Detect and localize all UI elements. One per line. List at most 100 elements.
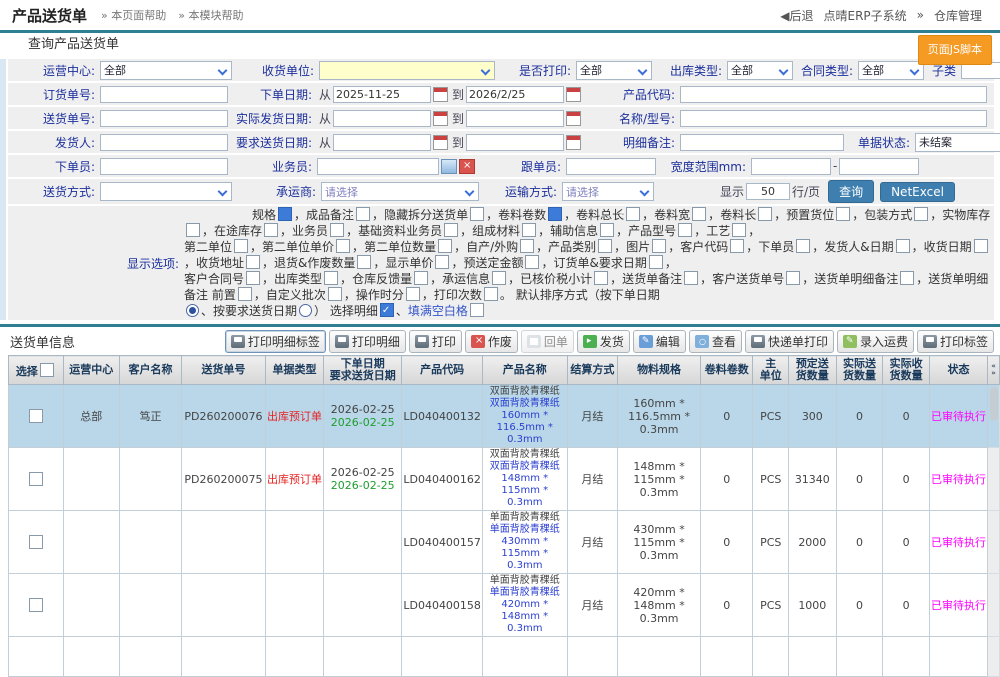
option-checkbox[interactable] xyxy=(758,207,772,221)
product-name-link[interactable]: 单面背胶青稞纸430mm * 115mm * 0.3mm xyxy=(484,524,566,572)
order-no-input[interactable] xyxy=(100,86,228,103)
table-row[interactable]: LD040400157单面背胶青稞纸单面背胶青稞纸430mm * 115mm *… xyxy=(9,511,1000,574)
option-checkbox[interactable] xyxy=(492,271,506,285)
delivery-no-input[interactable] xyxy=(100,110,228,127)
option-checkbox[interactable] xyxy=(548,207,562,221)
row-checkbox[interactable] xyxy=(29,472,43,486)
product-name-link[interactable]: 双面背胶青稞纸160mm * 116.5mm * 0.3mm xyxy=(484,398,566,446)
option-checkbox[interactable] xyxy=(336,239,350,253)
option-checkbox[interactable] xyxy=(324,271,338,285)
calendar-icon[interactable] xyxy=(566,111,581,126)
void-button[interactable]: 作废 xyxy=(465,330,518,353)
breadcrumb-system[interactable]: 点晴ERP子系统 xyxy=(823,7,906,24)
ship-button[interactable]: 发货 xyxy=(577,330,630,353)
option-checkbox[interactable] xyxy=(330,223,344,237)
option-checkbox[interactable] xyxy=(594,271,608,285)
print-detail-tag-button[interactable]: 打印明细标签 xyxy=(225,330,326,353)
calendar-icon[interactable] xyxy=(433,135,448,150)
option-checkbox[interactable] xyxy=(836,207,850,221)
option-checkbox[interactable] xyxy=(246,271,260,285)
option-checkbox[interactable] xyxy=(406,287,420,301)
option-checkbox[interactable] xyxy=(484,287,498,301)
width-max-input[interactable] xyxy=(839,158,919,175)
page-help-link[interactable]: » 本页面帮助 xyxy=(101,7,166,23)
option-checkbox[interactable] xyxy=(238,287,252,301)
option-checkbox[interactable] xyxy=(438,239,452,253)
printed-select[interactable]: 全部 xyxy=(576,61,652,80)
option-checkbox[interactable] xyxy=(684,271,698,285)
carrier-select[interactable]: 请选择 xyxy=(321,182,479,201)
shipper-input[interactable] xyxy=(100,134,228,151)
back-button[interactable]: ◀后退 xyxy=(780,7,813,24)
calendar-icon[interactable] xyxy=(566,135,581,150)
option-checkbox[interactable] xyxy=(522,223,536,237)
width-min-input[interactable] xyxy=(751,158,831,175)
product-name-link[interactable]: 单面背胶青稞纸420mm * 148mm * 0.3mm xyxy=(484,587,566,635)
option-checkbox[interactable] xyxy=(470,303,484,317)
option-checkbox[interactable] xyxy=(186,223,200,237)
option-checkbox[interactable] xyxy=(598,239,612,253)
option-checkbox[interactable] xyxy=(356,207,370,221)
table-row[interactable]: LD040400158单面背胶青稞纸单面背胶青稞纸420mm * 148mm *… xyxy=(9,574,1000,637)
option-checkbox[interactable] xyxy=(600,223,614,237)
order-date-from-input[interactable] xyxy=(333,86,431,103)
column-header-expander[interactable]: « » xyxy=(988,356,1000,385)
table-row[interactable]: PD260200075出库预订单2026-02-252026-02-25LD04… xyxy=(9,448,1000,511)
option-checkbox[interactable] xyxy=(435,255,449,269)
order-date-to-input[interactable] xyxy=(466,86,564,103)
transport-select[interactable]: 请选择 xyxy=(562,182,654,201)
required-date-to-input[interactable] xyxy=(466,134,564,151)
option-checkbox[interactable] xyxy=(525,255,539,269)
option-checkbox[interactable] xyxy=(786,271,800,285)
option-checkbox[interactable] xyxy=(730,239,744,253)
option-checkbox[interactable] xyxy=(328,287,342,301)
module-help-link[interactable]: » 本模块帮助 xyxy=(178,7,243,23)
option-checkbox[interactable] xyxy=(444,223,458,237)
option-checkbox[interactable] xyxy=(692,207,706,221)
clear-icon[interactable] xyxy=(459,159,475,174)
order-clerk-input[interactable] xyxy=(100,158,228,175)
scrollbar-thumb[interactable] xyxy=(990,387,998,421)
option-checkbox[interactable] xyxy=(796,239,810,253)
receiver-select[interactable] xyxy=(319,61,495,80)
product-code-input[interactable] xyxy=(680,86,987,103)
option-checkbox[interactable] xyxy=(900,271,914,285)
option-checkbox[interactable] xyxy=(652,239,666,253)
row-checkbox[interactable] xyxy=(29,535,43,549)
follower-input[interactable] xyxy=(566,158,656,175)
option-checkbox[interactable] xyxy=(234,239,248,253)
sort-radio[interactable] xyxy=(186,304,199,317)
option-checkbox[interactable] xyxy=(264,223,278,237)
option-checkbox[interactable] xyxy=(649,255,663,269)
lookup-icon[interactable] xyxy=(441,159,457,174)
page-js-script-button[interactable]: 页面JS脚本 xyxy=(918,35,992,65)
option-checkbox[interactable] xyxy=(896,239,910,253)
option-checkbox[interactable] xyxy=(626,207,640,221)
print-tag-button[interactable]: 打印标签 xyxy=(917,330,994,353)
option-checkbox[interactable] xyxy=(380,303,394,317)
row-checkbox[interactable] xyxy=(29,598,43,612)
print-detail-button[interactable]: 打印明细 xyxy=(329,330,406,353)
option-checkbox[interactable] xyxy=(246,255,260,269)
calendar-icon[interactable] xyxy=(566,87,581,102)
out-type-select[interactable]: 全部 xyxy=(727,61,793,80)
actual-date-from-input[interactable] xyxy=(333,110,431,127)
sort-radio[interactable] xyxy=(299,304,312,317)
operation-center-select[interactable]: 全部 xyxy=(100,61,232,80)
option-checkbox[interactable] xyxy=(470,207,484,221)
view-button[interactable]: 查看 xyxy=(689,330,742,353)
table-row[interactable]: 总部笃正PD260200076出库预订单2026-02-252026-02-25… xyxy=(9,385,1000,448)
netexcel-button[interactable]: NetExcel xyxy=(880,182,955,202)
calendar-icon[interactable] xyxy=(433,87,448,102)
query-button[interactable]: 查询 xyxy=(828,180,874,203)
option-checkbox[interactable] xyxy=(678,223,692,237)
actual-date-to-input[interactable] xyxy=(466,110,564,127)
breadcrumb-module[interactable]: 仓库管理 xyxy=(934,7,992,24)
freight-entry-button[interactable]: 录入运费 xyxy=(837,330,914,353)
contract-type-select[interactable]: 全部 xyxy=(858,61,924,80)
option-checkbox[interactable] xyxy=(357,255,371,269)
detail-note-input[interactable] xyxy=(680,134,844,151)
option-checkbox[interactable] xyxy=(414,271,428,285)
doc-status-select[interactable]: 未结案 xyxy=(915,133,1000,152)
row-checkbox[interactable] xyxy=(29,409,43,423)
